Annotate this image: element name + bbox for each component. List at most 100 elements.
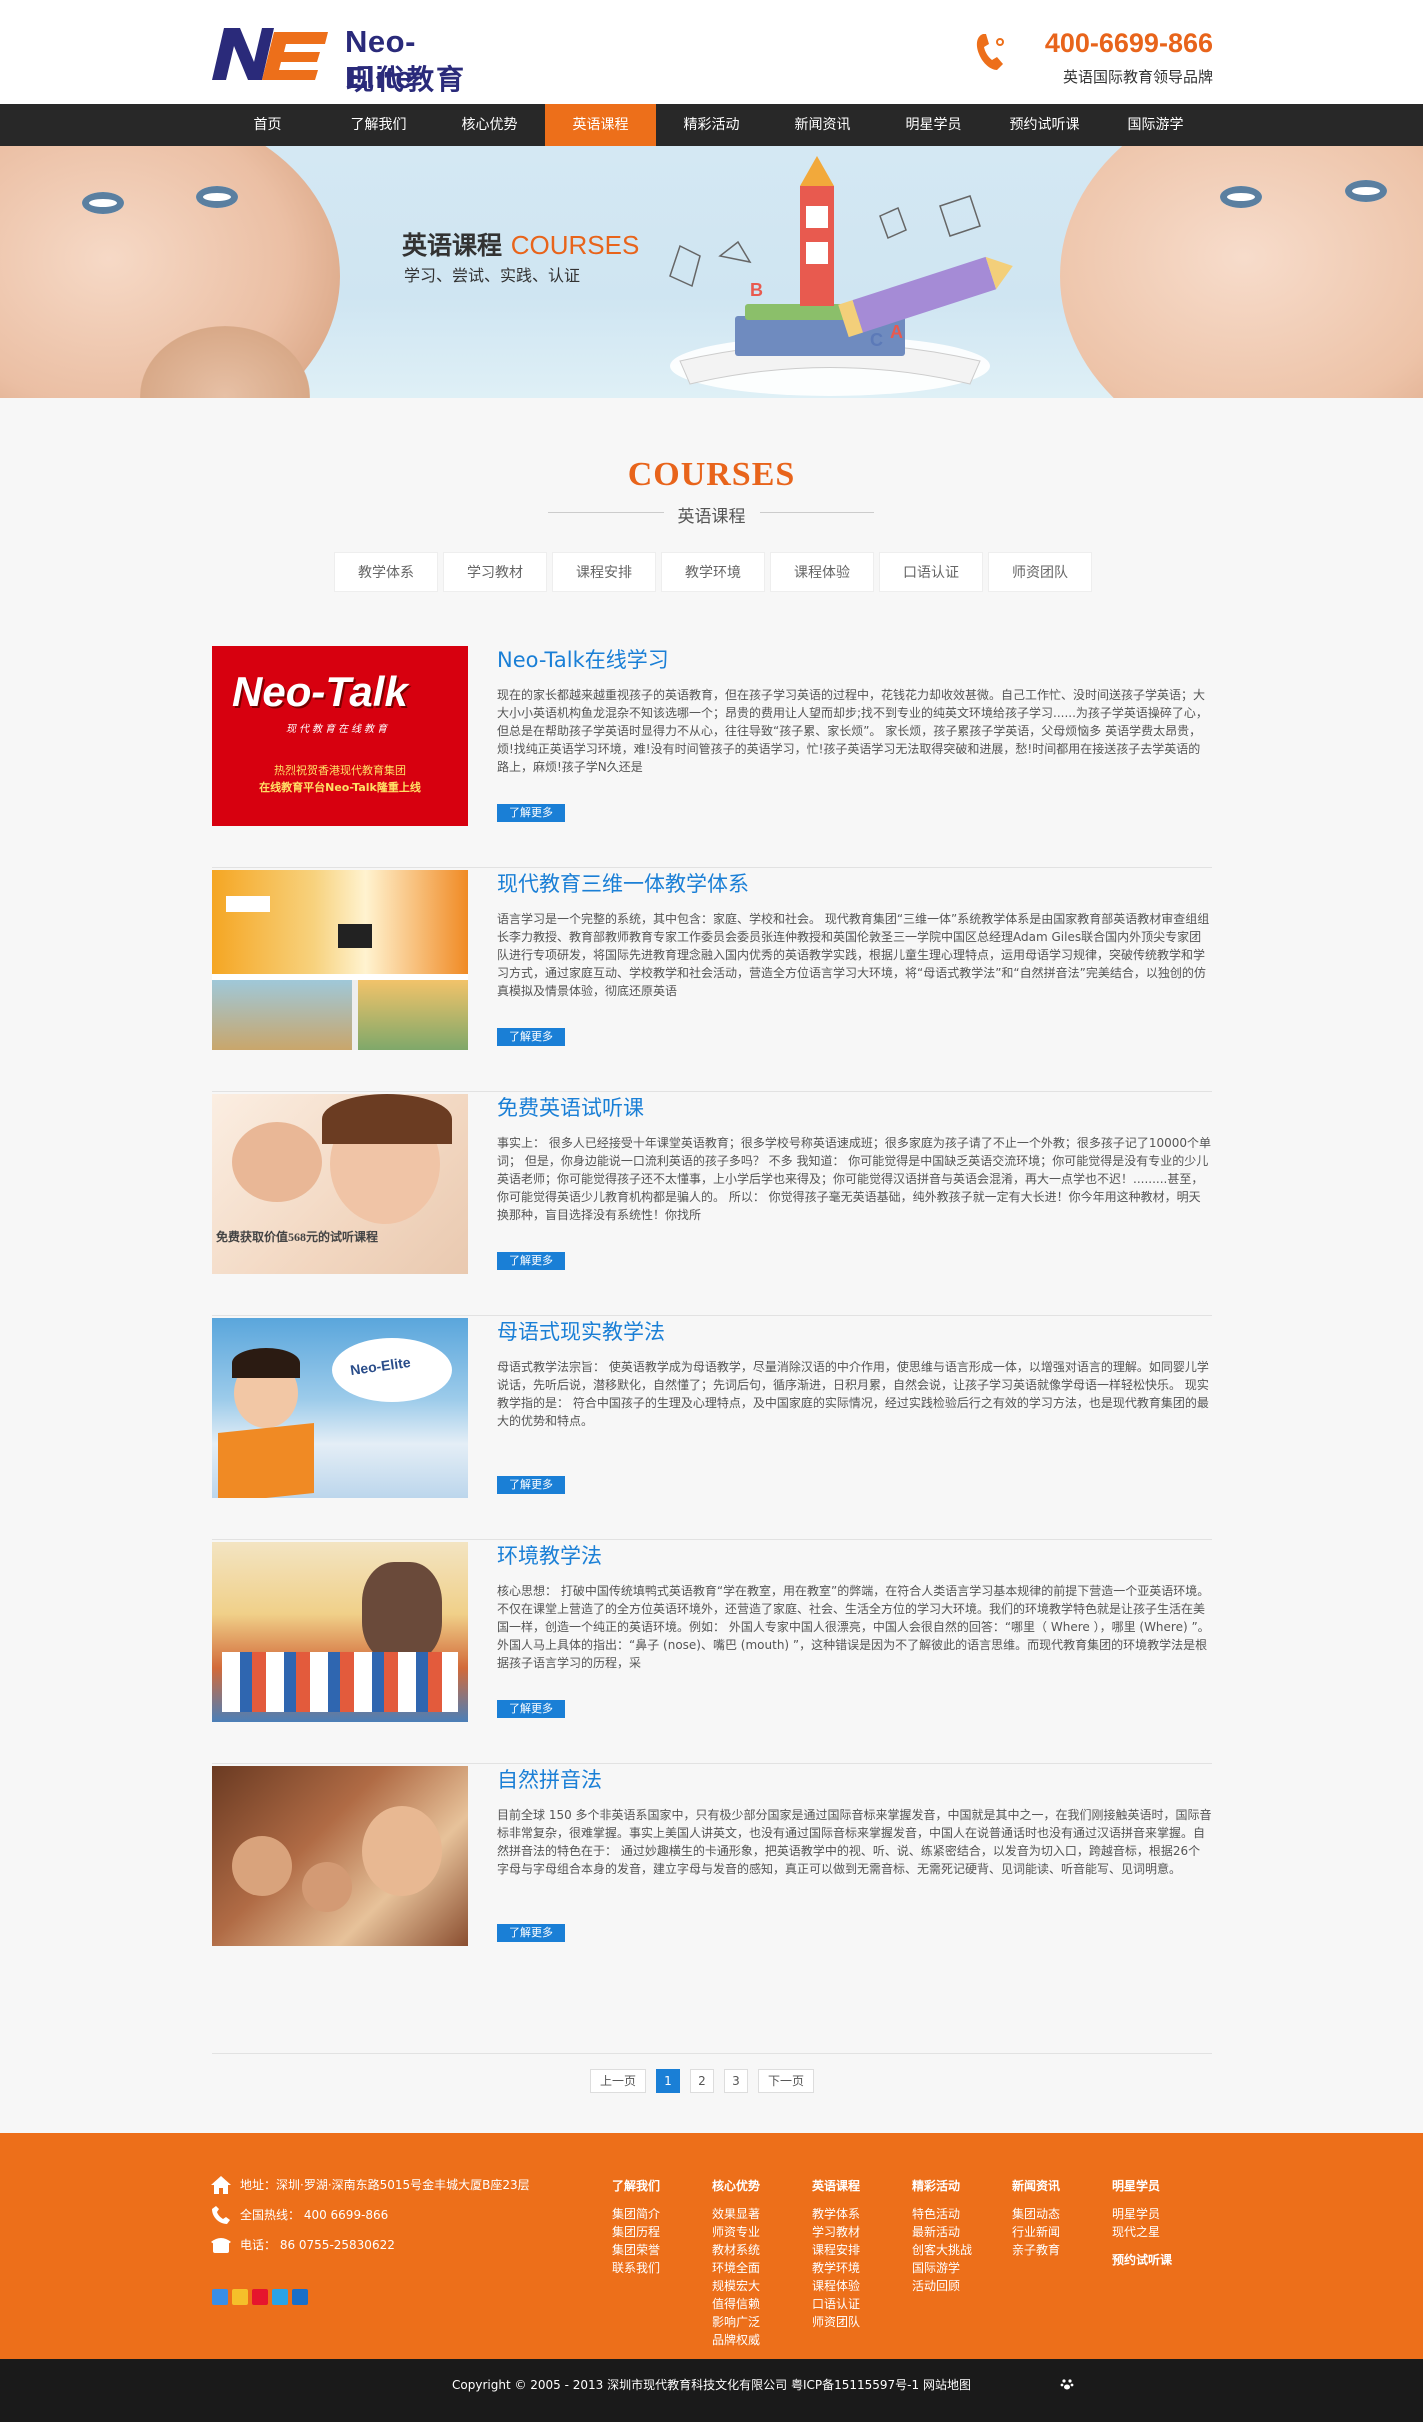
- prev-page-button[interactable]: 上一页: [590, 2069, 646, 2093]
- neo-talk-line1: 热烈祝贺香港现代教育集团: [274, 764, 406, 777]
- nav-item-about[interactable]: 了解我们: [323, 104, 434, 146]
- course-title[interactable]: 自然拼音法: [497, 1764, 602, 1794]
- footer-link[interactable]: 效果显著: [712, 2205, 812, 2223]
- footer-link[interactable]: 集团动态: [1012, 2205, 1112, 2223]
- footer-link[interactable]: 影响广泛: [712, 2313, 812, 2331]
- nav-item-study-tour[interactable]: 国际游学: [1100, 104, 1211, 146]
- course-thumbnail[interactable]: Neo-Elite: [212, 1318, 468, 1498]
- footer-link[interactable]: 口语认证: [812, 2295, 912, 2313]
- share-plus-icon[interactable]: [212, 2289, 228, 2305]
- footer-col-heading[interactable]: 明星学员: [1112, 2177, 1212, 2195]
- home-icon: [211, 2176, 231, 2194]
- subnav-teachers[interactable]: 师资团队: [988, 552, 1092, 592]
- nav-item-news[interactable]: 新闻资讯: [767, 104, 878, 146]
- footer-col-heading[interactable]: 核心优势: [712, 2177, 812, 2195]
- footer-link[interactable]: 教材系统: [712, 2241, 812, 2259]
- footer-col-heading[interactable]: 精彩活动: [912, 2177, 1012, 2195]
- footer-link[interactable]: 师资专业: [712, 2223, 812, 2241]
- footer-hotline: 全国热线： 400 6699-866: [210, 2203, 590, 2233]
- course-thumbnail[interactable]: [212, 1766, 468, 1946]
- list-divider: [212, 2053, 1212, 2054]
- footer-column-about: 了解我们 集团简介 集团历程 集团荣誉 联系我们: [612, 2177, 712, 2349]
- footer-link[interactable]: 现代之星: [1112, 2223, 1212, 2241]
- footer-column-activities: 精彩活动 特色活动 最新活动 创客大挑战 国际游学 活动回顾: [912, 2177, 1012, 2349]
- subnav-environment[interactable]: 教学环境: [661, 552, 765, 592]
- footer-link[interactable]: 课程安排: [812, 2241, 912, 2259]
- subnav-oral-certification[interactable]: 口语认证: [879, 552, 983, 592]
- footer-link[interactable]: 活动回顾: [912, 2277, 1012, 2295]
- footer-link[interactable]: 教学体系: [812, 2205, 912, 2223]
- subnav-schedule[interactable]: 课程安排: [552, 552, 656, 592]
- footer-link[interactable]: 师资团队: [812, 2313, 912, 2331]
- learn-more-button[interactable]: 了解更多: [497, 1252, 565, 1270]
- nav-item-courses[interactable]: 英语课程: [545, 104, 656, 146]
- page-1-button[interactable]: 1: [656, 2069, 680, 2093]
- learn-more-button[interactable]: 了解更多: [497, 804, 565, 822]
- students-row: [222, 1652, 458, 1712]
- next-page-button[interactable]: 下一页: [758, 2069, 814, 2093]
- logo[interactable]: Neo-Elite 现代教育: [210, 18, 480, 96]
- copyright-text: Copyright © 2005 - 2013 深圳市现代教育科技文化有限公司 …: [452, 2378, 971, 2392]
- course-title[interactable]: 免费英语试听课: [497, 1092, 644, 1122]
- footer-link[interactable]: 环境全面: [712, 2259, 812, 2277]
- course-thumbnail[interactable]: [212, 1542, 468, 1722]
- footer-col-heading[interactable]: 了解我们: [612, 2177, 712, 2195]
- nav-item-trial-class[interactable]: 预约试听课: [989, 104, 1100, 146]
- neo-elite-logo-mark-icon: [212, 28, 328, 80]
- footer-link[interactable]: 品牌权威: [712, 2331, 812, 2349]
- hotline: 400-6699-866 英语国际教育领导品牌: [973, 28, 1213, 88]
- footer-link[interactable]: 集团荣誉: [612, 2241, 712, 2259]
- learn-more-button[interactable]: 了解更多: [497, 1924, 565, 1942]
- footer-link[interactable]: 创客大挑战: [912, 2241, 1012, 2259]
- share-tencent-icon[interactable]: [272, 2289, 288, 2305]
- footer-address-text: 地址：深圳·罗湖·深南东路5015号金丰城大厦B座23层: [240, 2178, 530, 2192]
- learn-more-button[interactable]: 了解更多: [497, 1700, 565, 1718]
- subnav-teaching-system[interactable]: 教学体系: [334, 552, 438, 592]
- nav-item-advantages[interactable]: 核心优势: [434, 104, 545, 146]
- nav-item-home[interactable]: 首页: [212, 104, 323, 146]
- paw-icon: [1060, 2379, 1074, 2390]
- nav-item-star-students[interactable]: 明星学员: [878, 104, 989, 146]
- footer-link[interactable]: 值得信赖: [712, 2295, 812, 2313]
- footer-link-trial[interactable]: 预约试听课: [1112, 2251, 1212, 2269]
- footer-link[interactable]: 规模宏大: [712, 2277, 812, 2295]
- classroom-sign: [226, 896, 270, 912]
- share-weibo-icon[interactable]: [252, 2289, 268, 2305]
- footer-link[interactable]: 国际游学: [912, 2259, 1012, 2277]
- nav-item-activities[interactable]: 精彩活动: [656, 104, 767, 146]
- course-title[interactable]: 现代教育三维一体教学体系: [497, 868, 749, 898]
- footer-link[interactable]: 课程体验: [812, 2277, 912, 2295]
- footer-link[interactable]: 联系我们: [612, 2259, 712, 2277]
- footer-link[interactable]: 集团简介: [612, 2205, 712, 2223]
- footer-link[interactable]: 明星学员: [1112, 2205, 1212, 2223]
- footer-link[interactable]: 教学环境: [812, 2259, 912, 2277]
- course-thumbnail[interactable]: 免费获取价值568元的试听课程: [212, 1094, 468, 1274]
- footer-link[interactable]: 特色活动: [912, 2205, 1012, 2223]
- footer-hotline-text: 全国热线： 400 6699-866: [240, 2208, 389, 2222]
- course-subnav: 教学体系 学习教材 课程安排 教学环境 课程体验 口语认证 师资团队: [334, 552, 1097, 592]
- footer-link[interactable]: 集团历程: [612, 2223, 712, 2241]
- neo-talk-logo: Neo-Talk: [232, 668, 408, 715]
- course-description: 现在的家长都越来越重视孩子的英语教育，但在孩子学习英语的过程中，花钱花力却收效甚…: [497, 688, 1208, 774]
- page-2-button[interactable]: 2: [690, 2069, 714, 2093]
- footer-col-heading[interactable]: 英语课程: [812, 2177, 912, 2195]
- course-thumbnail[interactable]: Neo-Talk 现代教育在线教育 热烈祝贺香港现代教育集团 在线教育平台Neo…: [212, 646, 468, 826]
- learn-more-button[interactable]: 了解更多: [497, 1476, 565, 1494]
- footer-link[interactable]: 最新活动: [912, 2223, 1012, 2241]
- share-renren-icon[interactable]: [292, 2289, 308, 2305]
- course-title[interactable]: Neo-Talk在线学习: [497, 644, 669, 674]
- footer-col-heading[interactable]: 新闻资讯: [1012, 2177, 1112, 2195]
- learn-more-button[interactable]: 了解更多: [497, 1028, 565, 1046]
- subnav-materials[interactable]: 学习教材: [443, 552, 547, 592]
- course-thumbnail[interactable]: [212, 870, 468, 1050]
- svg-text:A: A: [890, 322, 903, 342]
- page-3-button[interactable]: 3: [724, 2069, 748, 2093]
- course-title[interactable]: 母语式现实教学法: [497, 1316, 665, 1346]
- subnav-experience[interactable]: 课程体验: [770, 552, 874, 592]
- classroom-screen: [338, 924, 372, 948]
- course-title[interactable]: 环境教学法: [497, 1540, 602, 1570]
- footer-link[interactable]: 学习教材: [812, 2223, 912, 2241]
- footer-link[interactable]: 行业新闻: [1012, 2223, 1112, 2241]
- footer-link[interactable]: 亲子教育: [1012, 2241, 1112, 2259]
- share-qzone-icon[interactable]: [232, 2289, 248, 2305]
